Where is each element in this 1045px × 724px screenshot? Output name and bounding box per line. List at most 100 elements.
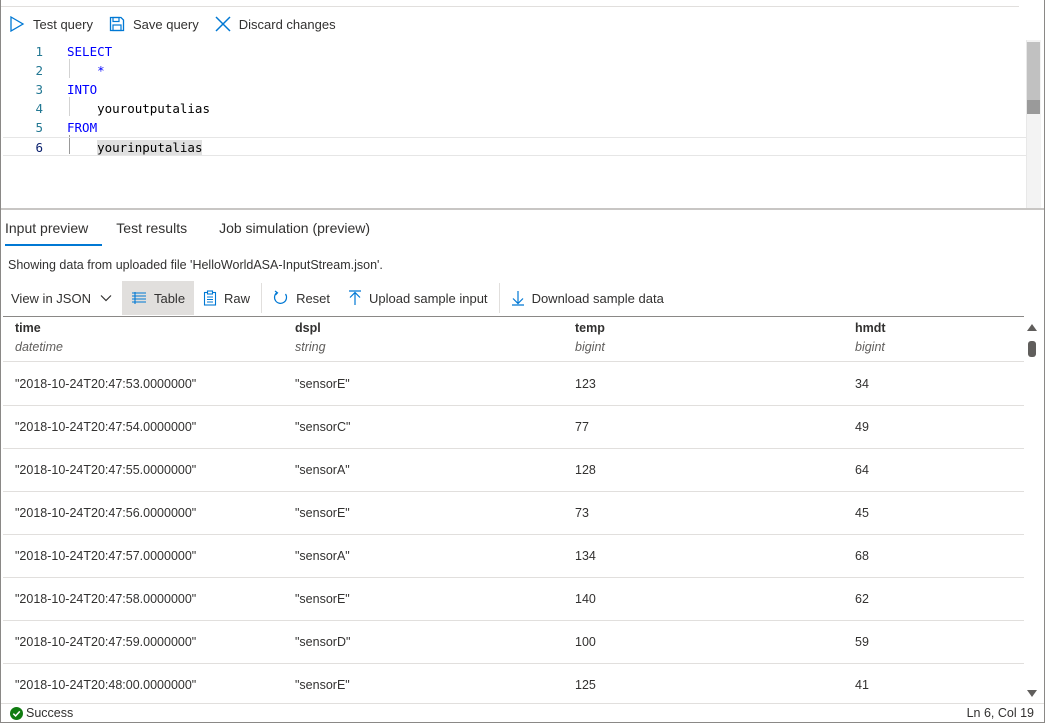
table-row[interactable]: "2018-10-24T20:48:00.0000000" "sensorE" …: [3, 663, 1024, 706]
cell-dspl: "sensorD": [295, 635, 351, 649]
chevron-down-icon: [100, 295, 112, 302]
column-type: bigint: [855, 340, 885, 354]
cell-dspl: "sensorA": [295, 463, 350, 477]
line-number: 5: [35, 120, 43, 135]
code-text: yourinputalias: [67, 138, 203, 157]
info-text: Showing data from uploaded file 'HelloWo…: [8, 258, 383, 272]
cell-temp: 100: [575, 635, 596, 649]
upload-icon: [349, 290, 362, 305]
column-header-dspl[interactable]: dspl string: [295, 321, 326, 354]
column-name: dspl: [295, 321, 321, 335]
code-line: 5 FROM: [3, 118, 1039, 137]
close-icon: [215, 16, 231, 32]
raw-view-button[interactable]: Raw: [194, 281, 259, 315]
table-icon: [131, 292, 146, 304]
column-header-time[interactable]: time datetime: [15, 321, 63, 354]
grid-scrollbar[interactable]: [1024, 320, 1040, 704]
cell-dspl: "sensorA": [295, 549, 350, 563]
current-code-line: 6 yourinputalias: [3, 137, 1039, 156]
pane-splitter[interactable]: [1, 208, 1044, 210]
cell-time: "2018-10-24T20:47:53.0000000": [15, 377, 197, 391]
code-line: 2 *: [3, 61, 1039, 80]
cell-time: "2018-10-24T20:48:00.0000000": [15, 678, 197, 692]
play-icon: [10, 16, 25, 32]
table-row[interactable]: "2018-10-24T20:47:54.0000000" "sensorC" …: [3, 405, 1024, 449]
scroll-up-arrow[interactable]: [1027, 324, 1037, 331]
table-row[interactable]: "2018-10-24T20:47:58.0000000" "sensorE" …: [3, 577, 1024, 621]
save-query-button[interactable]: Save query: [101, 9, 207, 39]
grid-scrollbar-thumb[interactable]: [1028, 341, 1036, 357]
cell-temp: 128: [575, 463, 596, 477]
save-icon: [109, 16, 125, 32]
discard-changes-label: Discard changes: [238, 16, 336, 32]
tab-input-preview[interactable]: Input preview: [1, 214, 103, 246]
line-number: 4: [35, 101, 43, 116]
cell-hmdt: 41: [855, 678, 869, 692]
table-row[interactable]: "2018-10-24T20:47:57.0000000" "sensorA" …: [3, 534, 1024, 578]
cell-temp: 140: [575, 592, 596, 606]
cell-time: "2018-10-24T20:47:59.0000000": [15, 635, 197, 649]
checkmark-circle-icon: [10, 706, 23, 720]
line-number: 1: [35, 44, 43, 59]
cell-hmdt: 68: [855, 549, 869, 563]
cell-dspl: "sensorE": [295, 377, 350, 391]
download-sample-data-button[interactable]: Download sample data: [502, 281, 673, 315]
code-line: 1 SELECT: [3, 42, 1039, 61]
cell-temp: 134: [575, 549, 596, 563]
code-text: youroutputalias: [67, 101, 210, 116]
save-query-label: Save query: [132, 16, 199, 32]
code-text: *: [67, 63, 105, 78]
raw-view-label: Raw: [224, 290, 251, 306]
cell-time: "2018-10-24T20:47:56.0000000": [15, 506, 197, 520]
view-format-dropdown[interactable]: View in JSON: [1, 281, 122, 315]
column-type: bigint: [575, 340, 605, 354]
cell-dspl: "sensorE": [295, 592, 350, 606]
input-preview-grid: time datetime dspl string temp bigint hm…: [3, 316, 1024, 709]
cell-temp: 73: [575, 506, 589, 520]
cell-temp: 125: [575, 678, 596, 692]
status-bar: Success Ln 6, Col 19: [1, 703, 1044, 722]
editor-cursor-marker: [1027, 100, 1040, 114]
reset-button[interactable]: Reset: [264, 281, 339, 315]
tab-test-results[interactable]: Test results: [102, 214, 201, 244]
table-view-label: Table: [153, 290, 186, 306]
upload-sample-input-button[interactable]: Upload sample input: [339, 281, 497, 315]
table-row[interactable]: "2018-10-24T20:47:59.0000000" "sensorD" …: [3, 620, 1024, 664]
cell-dspl: "sensorE": [295, 678, 350, 692]
cursor-position: Ln 6, Col 19: [966, 706, 1034, 720]
line-number: 6: [35, 140, 43, 155]
test-query-label: Test query: [33, 16, 93, 32]
cell-temp: 123: [575, 377, 596, 391]
test-query-button[interactable]: Test query: [1, 9, 101, 39]
cell-hmdt: 34: [855, 377, 869, 391]
tab-job-simulation[interactable]: Job simulation (preview): [201, 214, 384, 244]
refresh-icon: [274, 290, 288, 304]
column-type: datetime: [15, 340, 63, 354]
cell-time: "2018-10-24T20:47:54.0000000": [15, 420, 197, 434]
cell-dspl: "sensorE": [295, 506, 350, 520]
discard-changes-button[interactable]: Discard changes: [207, 9, 344, 39]
scroll-down-arrow[interactable]: [1027, 690, 1037, 697]
line-number: 3: [35, 82, 43, 97]
results-tabs: Input preview Test results Job simulatio…: [1, 214, 384, 248]
reset-label: Reset: [296, 290, 331, 306]
status-success: Success: [10, 706, 73, 720]
download-label: Download sample data: [531, 290, 664, 306]
toolbar-divider: [261, 283, 263, 313]
table-view-button[interactable]: Table: [121, 281, 195, 315]
code-editor[interactable]: 1 SELECT 2 * 3 INTO 4 youroutputalias 5 …: [3, 40, 1039, 208]
table-row[interactable]: "2018-10-24T20:47:56.0000000" "sensorE" …: [3, 491, 1024, 535]
column-name: hmdt: [855, 321, 886, 335]
grid-header: time datetime dspl string temp bigint hm…: [3, 317, 1024, 362]
table-row[interactable]: "2018-10-24T20:47:53.0000000" "sensorE" …: [3, 362, 1024, 406]
cell-time: "2018-10-24T20:47:57.0000000": [15, 549, 197, 563]
clipboard-icon: [203, 290, 217, 306]
column-header-temp[interactable]: temp bigint: [575, 321, 605, 354]
code-text: FROM: [67, 120, 98, 135]
cell-hmdt: 64: [855, 463, 869, 477]
status-text: Success: [26, 706, 74, 720]
column-header-hmdt[interactable]: hmdt bigint: [855, 321, 886, 354]
column-type: string: [295, 340, 326, 354]
table-row[interactable]: "2018-10-24T20:47:55.0000000" "sensorA" …: [3, 448, 1024, 492]
cell-hmdt: 49: [855, 420, 869, 434]
